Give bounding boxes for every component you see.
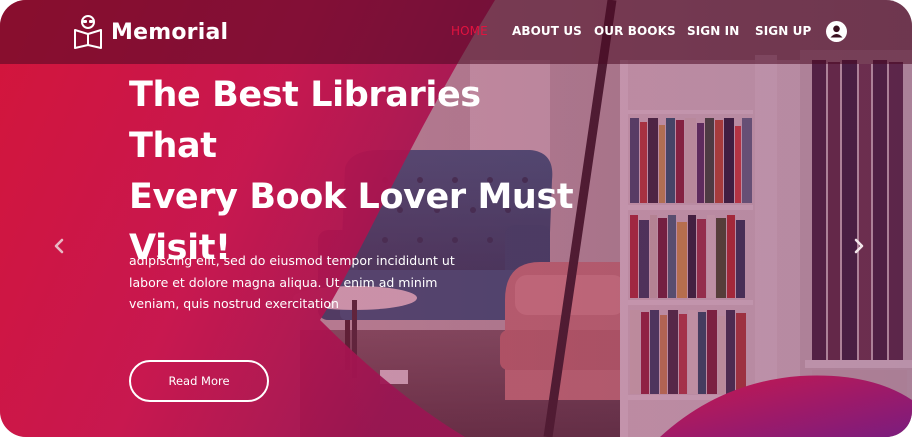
- carousel-next-button[interactable]: [850, 236, 868, 256]
- nav-about-us[interactable]: ABOUT US: [512, 24, 582, 38]
- book-reader-icon: [74, 15, 102, 49]
- read-more-button[interactable]: Read More: [129, 360, 269, 402]
- user-account-button[interactable]: [826, 21, 847, 42]
- brand-logo[interactable]: Memorial: [73, 13, 228, 51]
- nav-home[interactable]: HOME: [451, 24, 488, 38]
- chevron-right-icon: [854, 238, 864, 254]
- hero-description-line: adipiscing elit, sed do eiusmod tempor i…: [129, 253, 455, 268]
- nav-our-books[interactable]: OUR BOOKS: [594, 24, 676, 38]
- nav-sign-up[interactable]: SIGN UP: [755, 24, 811, 38]
- top-navbar: Memorial HOME ABOUT US OUR BOOKS SIGN IN…: [0, 0, 912, 64]
- hero-description-line: labore et dolore magna aliqua. Ut enim a…: [129, 274, 438, 290]
- brand-name: Memorial: [111, 19, 229, 45]
- hero-title-line: Every Book Lover Must: [129, 177, 574, 217]
- user-icon: [830, 25, 843, 38]
- carousel-prev-button[interactable]: [50, 236, 68, 256]
- hero-title: The Best Libraries That Every Book Lover…: [129, 70, 579, 274]
- hero-slider: Memorial HOME ABOUT US OUR BOOKS SIGN IN…: [0, 0, 912, 437]
- hero-description: adipiscing elit, sed do eiusmod tempor i…: [129, 250, 469, 315]
- chevron-left-icon: [54, 238, 64, 254]
- nav-sign-in[interactable]: SIGN IN: [687, 24, 739, 38]
- hero-description-line: veniam, quis nostrud exercitation: [129, 296, 339, 311]
- hero-title-line: The Best Libraries That: [129, 75, 481, 166]
